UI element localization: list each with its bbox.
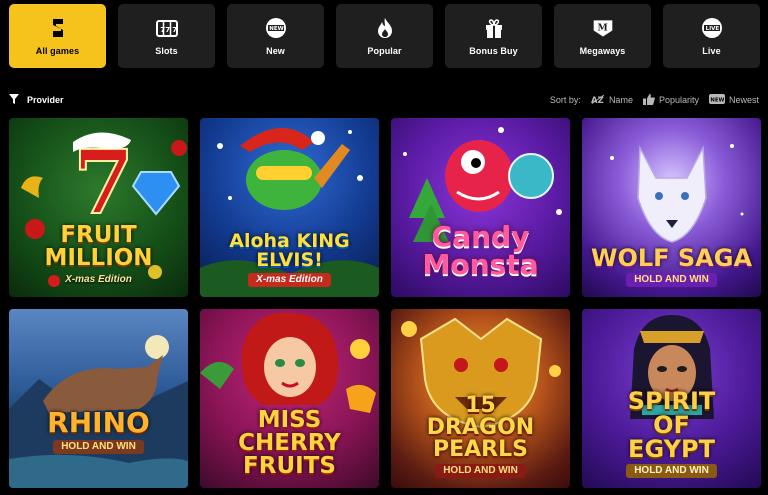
category-label: New (266, 45, 285, 56)
category-megaways-button[interactable]: M Megaways (554, 4, 651, 68)
lightning-s-icon (47, 17, 69, 39)
sort-popularity-label: Popularity (658, 95, 699, 105)
category-popular-button[interactable]: Popular (336, 4, 433, 68)
category-label: Live (702, 45, 721, 56)
sort-newest-option[interactable]: NEW Newest (708, 94, 759, 106)
sort-options: Sort by: AZ Name Popularity NEW Newest (549, 93, 759, 107)
svg-text:LIVE: LIVE (705, 26, 719, 32)
game-tile-spirit-of-egypt[interactable]: SPIRIT OF EGYPT HOLD AND WIN (582, 309, 761, 488)
category-new-button[interactable]: NEW New (227, 4, 324, 68)
sort-name-label: Name (608, 95, 633, 105)
sort-name-option[interactable]: AZ Name (591, 94, 633, 106)
sort-popularity-option[interactable]: Popularity (642, 93, 699, 107)
game-subtitle: HOLD AND WIN (626, 464, 717, 478)
svg-text:NEW: NEW (710, 97, 724, 103)
category-label: All games (35, 45, 80, 56)
sort-newest-label: Newest (728, 95, 759, 105)
game-title: Candy Monsta (422, 220, 539, 281)
game-title: Aloha KING ELVIS! (229, 230, 350, 271)
game-logo: Candy Monsta (391, 223, 570, 279)
game-subtitle: HOLD AND WIN (53, 440, 144, 454)
game-tile-aloha-king-elvis[interactable]: Aloha KING ELVIS! X-mas Edition (200, 118, 379, 297)
game-title: WOLF SAGA (590, 244, 753, 272)
game-tile-15-dragon-pearls[interactable]: 15 DRAGON PEARLS HOLD AND WIN (391, 309, 570, 488)
svg-text:M: M (597, 22, 607, 33)
game-title: 15 DRAGON PEARLS (426, 393, 535, 462)
game-title: SPIRIT OF EGYPT (627, 387, 716, 463)
svg-text:7: 7 (165, 26, 170, 34)
game-logo: RHINO HOLD AND WIN (9, 409, 188, 454)
game-logo: SPIRIT OF EGYPT HOLD AND WIN (582, 389, 761, 478)
category-all-games-button[interactable]: All games (9, 4, 106, 68)
game-logo: Aloha KING ELVIS! X-mas Edition (200, 232, 379, 287)
thumbs-up-icon (642, 93, 655, 107)
game-logo: MISS CHERRY FRUITS (200, 409, 379, 478)
game-title: MISS CHERRY FRUITS (238, 407, 341, 479)
category-slots-button[interactable]: 777 Slots (118, 4, 215, 68)
megaways-m-icon: M (592, 17, 614, 39)
filter-bar: Provider Sort by: AZ Name Popularity NEW… (9, 90, 759, 110)
sort-by-label: Sort by: (549, 95, 581, 105)
live-badge-icon: LIVE (701, 17, 723, 39)
az-sort-icon: AZ (591, 94, 605, 106)
game-grid: 7 FRUIT MILLION X-mas Edition Aloha KING… (9, 118, 761, 488)
game-title: FRUIT MILLION (44, 222, 153, 271)
svg-text:NEW: NEW (269, 26, 283, 32)
provider-filter-button[interactable]: Provider (9, 94, 64, 106)
new-badge-icon: NEW (708, 94, 725, 106)
game-subtitle: HOLD AND WIN (626, 273, 717, 287)
funnel-icon (9, 94, 19, 106)
game-logo: WOLF SAGA HOLD AND WIN (582, 246, 761, 287)
category-label: Megaways (579, 45, 626, 56)
game-tile-wolf-saga[interactable]: WOLF SAGA HOLD AND WIN (582, 118, 761, 297)
game-subtitle: X-mas Edition (65, 274, 132, 285)
game-tile-miss-cherry-fruits[interactable]: MISS CHERRY FRUITS (200, 309, 379, 488)
game-subtitle: HOLD AND WIN (435, 464, 526, 478)
category-bonus-buy-button[interactable]: Bonus Buy (445, 4, 542, 68)
game-title: RHINO (47, 406, 150, 439)
game-tile-fruit-million[interactable]: 7 FRUIT MILLION X-mas Edition (9, 118, 188, 297)
category-bar: All games 777 Slots NEW New Popular Bonu… (9, 4, 760, 68)
new-badge-icon: NEW (265, 17, 287, 39)
game-artwork (9, 309, 188, 488)
slot-machine-icon: 777 (155, 17, 178, 39)
gift-icon (483, 17, 505, 39)
flame-icon (374, 17, 396, 39)
provider-label: Provider (27, 95, 64, 105)
category-label: Popular (367, 45, 402, 56)
svg-text:7: 7 (172, 26, 177, 34)
category-live-button[interactable]: LIVE Live (663, 4, 760, 68)
game-tile-candy-monsta[interactable]: Candy Monsta (391, 118, 570, 297)
game-subtitle: X-mas Edition (248, 273, 331, 287)
category-label: Bonus Buy (469, 45, 518, 56)
game-logo: FRUIT MILLION X-mas Edition (9, 224, 188, 287)
game-logo: 15 DRAGON PEARLS HOLD AND WIN (391, 395, 570, 478)
game-tile-rhino[interactable]: RHINO HOLD AND WIN (9, 309, 188, 488)
category-label: Slots (155, 45, 178, 56)
